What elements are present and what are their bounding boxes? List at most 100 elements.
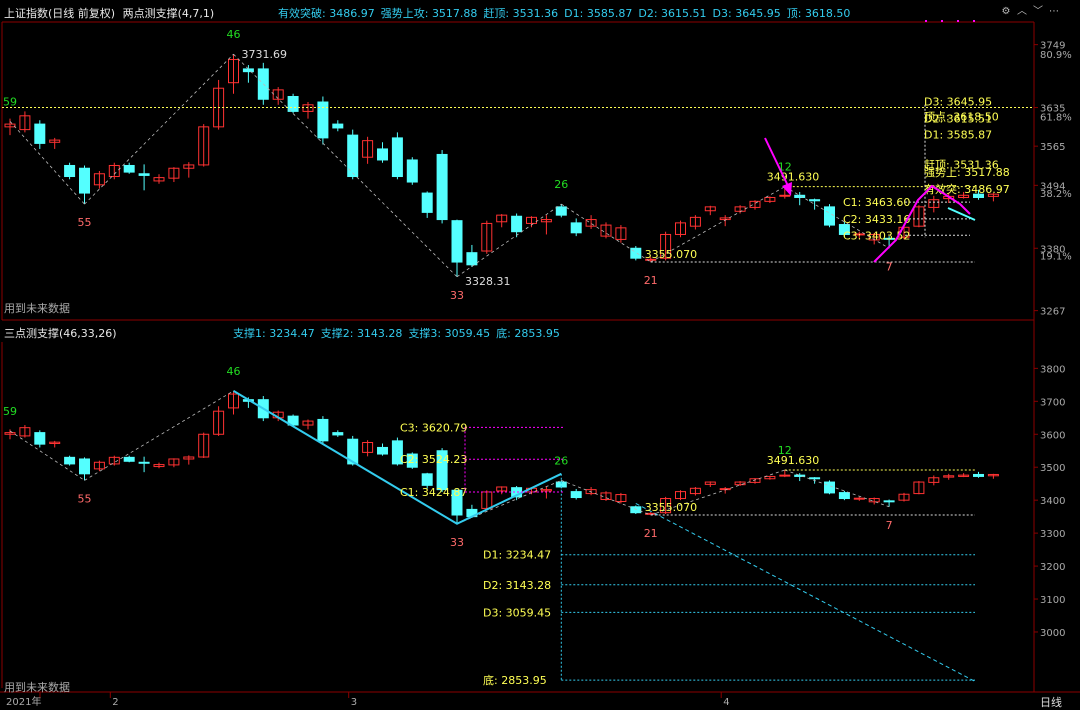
bottom-candle-28 [421, 473, 433, 486]
top-candle-52 [779, 194, 791, 197]
chevron-down-icon[interactable]: ﹀ [1032, 6, 1044, 18]
top-candle-26 [391, 137, 403, 178]
bottom-candle-57 [853, 497, 865, 500]
bottom-pivot-label-5: 21 [644, 527, 658, 540]
period-label[interactable]: 日线 [1040, 694, 1062, 710]
x-tick-1: 2 [112, 697, 118, 708]
top-pivot-label-0: 59 [3, 95, 17, 108]
top-candle-19 [287, 96, 299, 112]
top-candle-54 [809, 199, 821, 202]
top-y-pct-1: 61.8% [1040, 113, 1072, 124]
top-candle-34 [511, 215, 523, 233]
bottom-candle-52 [779, 474, 791, 477]
top-right-label-0: D3: 3645.95 [924, 95, 992, 108]
top-candle-55 [824, 206, 835, 226]
top-pivot-label-2: 46 [227, 28, 241, 41]
bottom-c-label-2: C1: 3424.87 [400, 486, 467, 499]
top-right-label-3: D1: 3585.87 [924, 129, 992, 142]
bottom-indicator-name[interactable]: 三点测支撑(46,33,26) [4, 327, 117, 340]
chevron-up-icon[interactable]: ︿ [1016, 6, 1028, 18]
top-price-label-2: 3491.630 [767, 171, 820, 184]
top-candle-8 [123, 164, 135, 173]
chart-background [0, 0, 1080, 710]
bottom-candle-8 [123, 456, 135, 462]
bottom-candle-56 [838, 492, 850, 500]
bottom-y-tick-2: 3600 [1040, 430, 1065, 441]
top-candle-28 [421, 192, 433, 213]
top-candle-29 [436, 153, 448, 221]
top-candle-9 [138, 173, 150, 176]
magenta-dot-0 [925, 20, 927, 22]
top-price-label-0: 3731.69 [242, 48, 288, 61]
top-candle-23 [347, 134, 359, 178]
top-y-pct-0: 80.9% [1040, 50, 1072, 61]
top-indicator-value-5: 3645.95 [735, 7, 781, 20]
top-indicator-value-6: 3618.50 [804, 7, 851, 20]
top-pivot-label-1: 55 [78, 216, 92, 229]
bottom-c-label-1: C2: 3524.23 [400, 453, 467, 466]
top-indicator-name[interactable]: 两点测支撑(4,7,1) [123, 7, 215, 20]
more-icon[interactable]: ⋯ [1048, 6, 1060, 18]
top-pivot-label-5: 21 [644, 274, 658, 287]
bottom-d-label-3: 底: 2853.95 [483, 673, 547, 687]
bottom-pivot-label-7: 7 [886, 519, 893, 532]
top-indicator-value-1: 3517.88 [431, 7, 478, 20]
magenta-dot-3 [973, 20, 975, 22]
bottom-d-label-0: D1: 3234.47 [483, 549, 551, 562]
top-candle-27 [406, 159, 418, 183]
top-candle-5 [79, 167, 90, 194]
top-indicator-values: 有效突破: 3486.97 强势上攻: 3517.88 赶顶: 3531.36 D1:… [278, 5, 856, 21]
bottom-pivot-label-4: 26 [554, 454, 568, 467]
bottom-indicator-value-1: 3143.28 [356, 327, 403, 340]
bottom-pivot-label-1: 55 [78, 492, 92, 505]
top-pivot-label-4: 26 [554, 178, 568, 191]
bottom-candle-21 [317, 418, 329, 442]
top-candle-4 [64, 164, 76, 178]
bottom-pivot-label-3: 33 [450, 536, 464, 549]
bottom-indicator-value-3: 2853.95 [514, 327, 560, 340]
top-candle-2 [34, 123, 46, 144]
bottom-y-tick-3: 3500 [1040, 463, 1065, 474]
top-indicator-label-5: D3: [712, 7, 732, 20]
top-c-label-1: C2: 3433.16 [843, 213, 910, 226]
bottom-indicator-label-3: 底: [496, 327, 511, 340]
top-candle-53 [794, 194, 806, 198]
bottom-chart-header: 三点测支撑(46,33,26) [4, 325, 117, 341]
kline-chart[interactable]: 37493635356534943380326780.9%61.8%38.2%1… [0, 0, 1080, 710]
magenta-dot-2 [957, 20, 959, 22]
magenta-dot-1 [941, 20, 943, 22]
settings-icon[interactable]: ⚙ [1000, 6, 1012, 18]
top-indicator-label-0: 有效突破: [278, 7, 326, 20]
bottom-candle-25 [377, 446, 388, 455]
bottom-candle-55 [824, 481, 835, 494]
top-candle-37 [555, 206, 567, 216]
x-tick-3: 4 [723, 697, 729, 708]
top-c-label-0: C1: 3463.60 [843, 196, 910, 209]
top-indicator-value-4: 3615.51 [661, 7, 707, 20]
bottom-d-label-2: D3: 3059.45 [483, 606, 551, 619]
top-indicator-label-2: 赶顶: [483, 7, 510, 20]
top-candle-25 [377, 148, 388, 161]
top-indicator-value-2: 3531.36 [512, 7, 559, 20]
top-y-pct-3: 19.1% [1040, 251, 1072, 262]
stock-title: 上证指数(日线 前复权) [4, 7, 116, 20]
bottom-candle-48 [719, 488, 731, 491]
bottom-d-label-1: D2: 3143.28 [483, 579, 551, 592]
bottom-candle-9 [138, 461, 150, 464]
top-right-label-5: 强势上: 3517.88 [924, 166, 1010, 179]
top-indicator-label-4: D2: [638, 7, 658, 20]
bottom-candle-42 [630, 506, 642, 514]
bottom-y-tick-5: 3300 [1040, 529, 1065, 540]
bottom-indicator-label-0: 支撑1: [233, 327, 266, 340]
top-chart-header: 上证指数(日线 前复权) 两点测支撑(4,7,1) [4, 5, 214, 21]
bottom-candle-5 [79, 458, 90, 475]
bottom-pivot-label-0: 59 [3, 405, 17, 418]
top-y-tick-2: 3565 [1040, 142, 1065, 153]
top-indicator-label-1: 强势上攻: [380, 7, 429, 20]
bottom-candle-2 [34, 432, 46, 445]
top-y-tick-5: 3267 [1040, 307, 1065, 318]
bottom-indicator-values: 支撑1: 3234.47 支撑2: 3143.28 支撑3: 3059.45 底: 2… [233, 325, 566, 341]
top-candle-16 [242, 68, 254, 73]
bottom-y-tick-4: 3400 [1040, 496, 1065, 507]
bottom-y-tick-1: 3700 [1040, 397, 1065, 408]
